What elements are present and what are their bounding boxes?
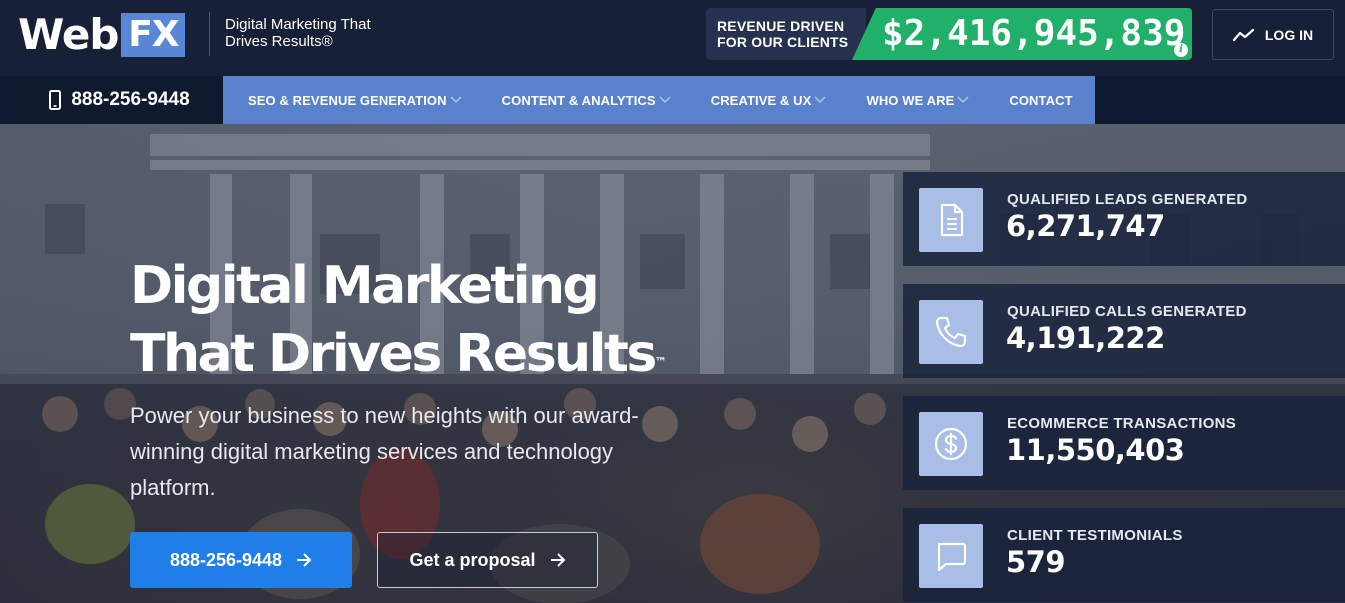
- nav-item-who-we-are[interactable]: WHO WE ARE: [866, 76, 969, 124]
- nav-item-contact[interactable]: CONTACT: [1009, 76, 1072, 124]
- revenue-label-line2: FOR OUR CLIENTS: [717, 34, 849, 50]
- nav-item-label: WHO WE ARE: [866, 92, 955, 108]
- info-icon[interactable]: i: [1174, 43, 1188, 57]
- nav-item-label: CONTENT & ANALYTICS: [501, 92, 656, 108]
- phone-icon: [935, 316, 967, 348]
- nav-item-seo[interactable]: SEO & REVENUE GENERATION: [248, 76, 462, 124]
- brand-tagline: Digital Marketing That Drives Results®: [225, 16, 371, 50]
- hero-title: Digital Marketing That Drives Results™: [130, 252, 690, 388]
- nav-phone-link[interactable]: 888-256-9448: [16, 76, 223, 124]
- stat-label: CLIENT TESTIMONIALS: [1007, 527, 1183, 544]
- stat-qualified-calls: QUALIFIED CALLS GENERATED 4,191,222: [903, 284, 1345, 378]
- nav-phone-number: 888-256-9448: [71, 89, 190, 110]
- chevron-down-icon: [957, 96, 969, 104]
- arrow-right-icon: [550, 553, 565, 567]
- logo-fx-badge: FX: [121, 13, 186, 57]
- revenue-value: $2,416,945,839 i: [852, 8, 1192, 60]
- login-button[interactable]: LOG IN: [1212, 9, 1334, 60]
- nav-menu: SEO & REVENUE GENERATION CONTENT & ANALY…: [223, 76, 1073, 124]
- call-button-label: 888-256-9448: [169, 549, 283, 570]
- stat-value: 579: [1006, 545, 1066, 579]
- stat-value: 4,191,222: [1006, 321, 1165, 355]
- webfx-logo[interactable]: Web FX: [18, 10, 186, 59]
- mobile-phone-icon: [49, 90, 62, 110]
- stat-client-testimonials: CLIENT TESTIMONIALS 579: [903, 508, 1345, 602]
- get-proposal-label: Get a proposal: [409, 549, 536, 570]
- nav-item-label: SEO & REVENUE GENERATION: [248, 92, 447, 108]
- chevron-down-icon: [450, 96, 462, 104]
- stat-value: 11,550,403: [1006, 433, 1185, 467]
- arrow-right-icon: [297, 553, 312, 567]
- stat-icon-box: [919, 412, 983, 476]
- hero-subtitle: Power your business to new heights with …: [130, 403, 639, 500]
- main-nav: 888-256-9448 SEO & REVENUE GENERATION CO…: [16, 76, 1095, 124]
- stat-icon-box: [919, 300, 983, 364]
- hero-title-line1: Digital Marketing: [130, 256, 600, 316]
- logo-web-text: Web: [18, 10, 119, 59]
- nav-item-content[interactable]: CONTENT & ANALYTICS: [502, 76, 671, 124]
- nav-item-label: CONTACT: [1009, 92, 1073, 108]
- call-button[interactable]: 888-256-9448: [130, 532, 352, 588]
- stat-value: 6,271,747: [1006, 209, 1165, 243]
- stat-icon-box: [919, 524, 983, 588]
- hero-title-line2: That Drives Results: [130, 324, 657, 384]
- get-proposal-button[interactable]: Get a proposal: [377, 532, 598, 588]
- stat-icon-box: [919, 188, 983, 252]
- stat-label: QUALIFIED CALLS GENERATED: [1007, 303, 1247, 320]
- stat-label: ECOMMERCE TRANSACTIONS: [1007, 415, 1237, 432]
- nav-item-creative[interactable]: CREATIVE & UX: [711, 76, 827, 124]
- document-icon: [940, 203, 964, 237]
- chevron-down-icon: [814, 96, 827, 104]
- top-header: Web FX Digital Marketing That Drives Res…: [0, 0, 1345, 76]
- nav-item-label: CREATIVE & UX: [710, 92, 812, 108]
- revenue-counter: REVENUE DRIVEN FOR OUR CLIENTS $2,416,94…: [706, 8, 1192, 60]
- stat-ecommerce-transactions: ECOMMERCE TRANSACTIONS 11,550,403: [903, 396, 1345, 490]
- logo-divider: [209, 12, 210, 56]
- dollar-icon: [934, 427, 968, 461]
- stat-label: QUALIFIED LEADS GENERATED: [1007, 191, 1248, 208]
- login-label: LOG IN: [1264, 26, 1314, 43]
- trend-line-icon: [1232, 28, 1254, 41]
- revenue-label: REVENUE DRIVEN FOR OUR CLIENTS: [706, 8, 866, 60]
- chevron-down-icon: [659, 96, 671, 104]
- chat-bubble-icon: [937, 542, 967, 572]
- revenue-label-line1: REVENUE DRIVEN: [717, 18, 845, 34]
- revenue-amount: $2,416,945,839: [882, 13, 1186, 54]
- hero-section: Digital Marketing That Drives Results™ P…: [0, 124, 1345, 603]
- trademark-symbol: ™: [654, 355, 667, 369]
- stat-qualified-leads: QUALIFIED LEADS GENERATED 6,271,747: [903, 172, 1345, 266]
